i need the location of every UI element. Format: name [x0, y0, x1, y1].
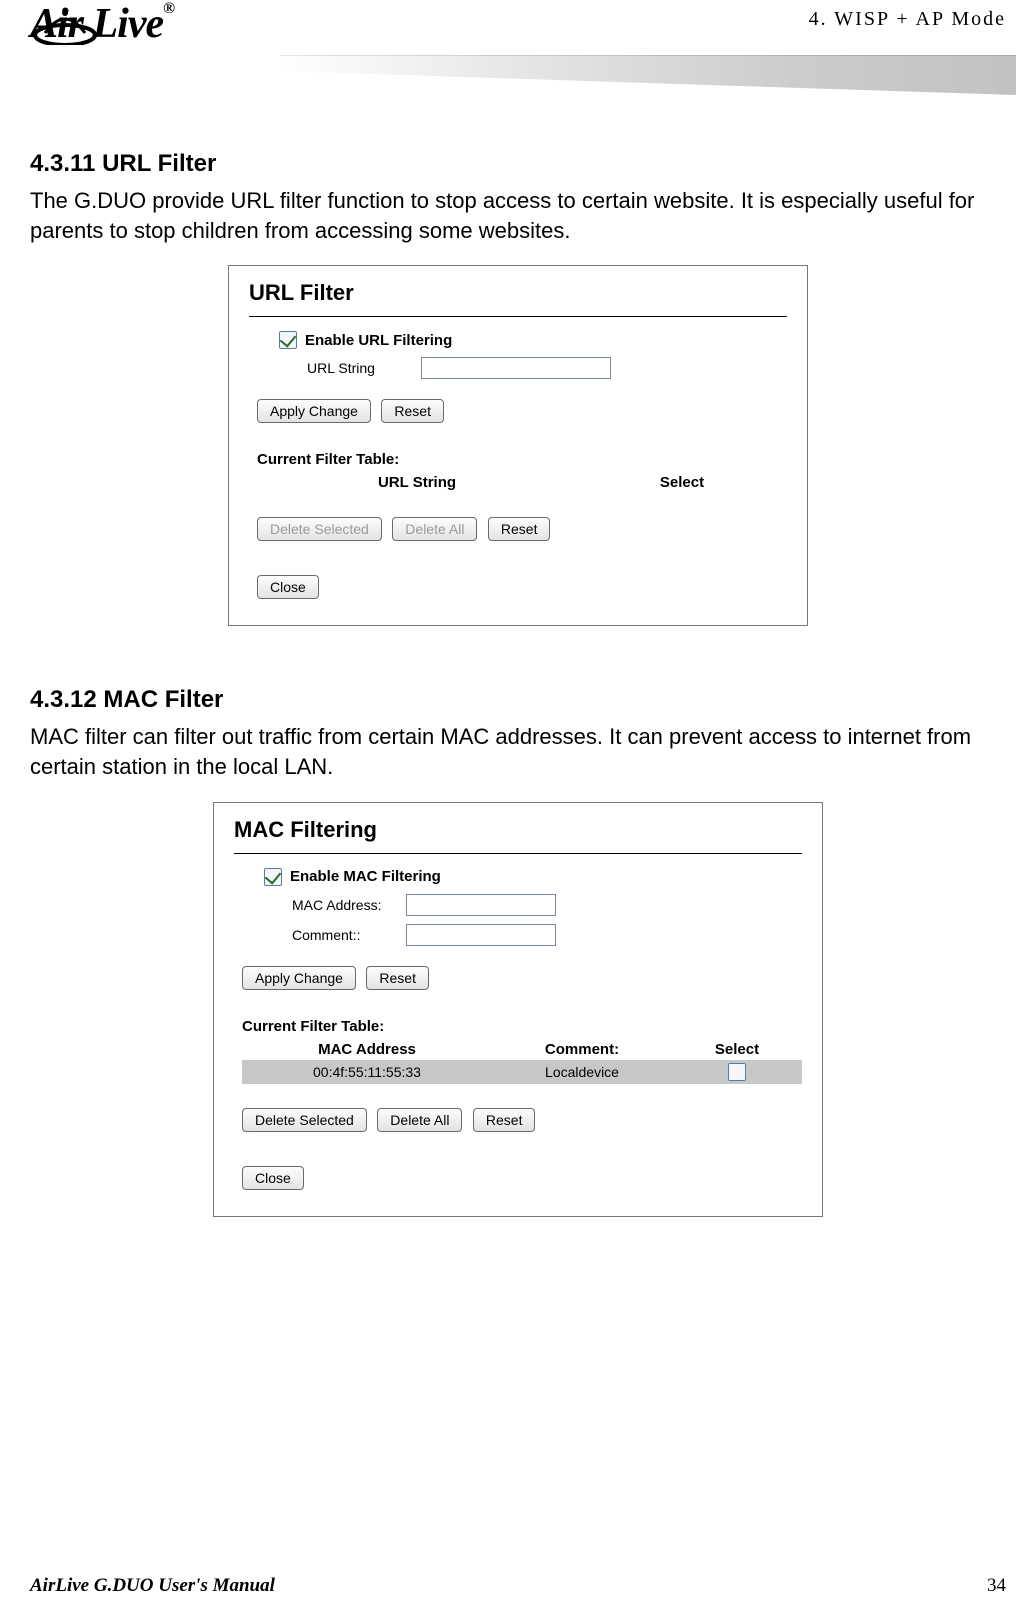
current-filter-table-heading: Current Filter Table: [214, 1004, 822, 1039]
mac-address-label: MAC Address: [292, 897, 402, 913]
logo-text: Air Live [30, 1, 163, 47]
url-filter-table: URL String Select [257, 472, 787, 493]
url-string-label: URL String [307, 360, 417, 376]
delete-all-button[interactable]: Delete All [377, 1108, 462, 1132]
enable-url-filtering-label: Enable URL Filtering [305, 332, 452, 349]
comment-input[interactable] [406, 924, 556, 946]
section-heading-mac-filter: 4.3.12 MAC Filter [30, 686, 1006, 714]
divider [234, 853, 802, 854]
section-heading-url-filter: 4.3.11 URL Filter [30, 150, 1006, 178]
manual-title: AirLive G.DUO User's Manual [30, 1575, 275, 1597]
header-gradient-swoosh-icon [280, 55, 1016, 95]
close-button[interactable]: Close [257, 575, 319, 599]
cell-select [672, 1063, 802, 1081]
delete-selected-button[interactable]: Delete Selected [242, 1108, 367, 1132]
panel-title-url-filter: URL Filter [229, 266, 807, 310]
brand-logo: Air Live® [30, 0, 174, 48]
current-filter-table-heading: Current Filter Table: [229, 437, 807, 472]
delete-all-button[interactable]: Delete All [392, 517, 477, 541]
apply-change-button[interactable]: Apply Change [242, 966, 356, 990]
chapter-breadcrumb: 4. WISP + AP Mode [809, 8, 1006, 31]
col-url-string: URL String [257, 474, 577, 491]
table-row: 00:4f:55:11:55:33 Localdevice [242, 1060, 802, 1084]
reset-button[interactable]: Reset [366, 966, 429, 990]
col-select: Select [577, 474, 787, 491]
page-footer: AirLive G.DUO User's Manual 34 [30, 1575, 1006, 1597]
divider [249, 316, 787, 317]
reset-table-button[interactable]: Reset [473, 1108, 536, 1132]
close-button[interactable]: Close [242, 1166, 304, 1190]
reset-table-button[interactable]: Reset [488, 517, 551, 541]
comment-label: Comment:: [292, 927, 402, 943]
enable-url-filtering-checkbox[interactable] [279, 331, 297, 349]
url-string-input[interactable] [421, 357, 611, 379]
url-filter-panel: URL Filter Enable URL Filtering URL Stri… [228, 265, 808, 626]
apply-change-button[interactable]: Apply Change [257, 399, 371, 423]
mac-filter-table: MAC Address Comment: Select 00:4f:55:11:… [242, 1039, 802, 1084]
page-header: Air Live® 4. WISP + AP Mode [0, 0, 1036, 110]
mac-filter-panel: MAC Filtering Enable MAC Filtering MAC A… [213, 802, 823, 1217]
delete-selected-button[interactable]: Delete Selected [257, 517, 382, 541]
mac-address-input[interactable] [406, 894, 556, 916]
col-select: Select [672, 1041, 802, 1058]
reset-button[interactable]: Reset [381, 399, 444, 423]
enable-mac-filtering-checkbox[interactable] [264, 868, 282, 886]
page-number: 34 [987, 1575, 1006, 1597]
logo-registered: ® [163, 0, 174, 17]
col-comment: Comment: [492, 1041, 672, 1058]
cell-mac: 00:4f:55:11:55:33 [242, 1064, 492, 1080]
enable-mac-filtering-label: Enable MAC Filtering [290, 868, 441, 885]
section-text-url-filter: The G.DUO provide URL filter function to… [30, 186, 1006, 245]
row-select-checkbox[interactable] [728, 1063, 746, 1081]
panel-title-mac-filtering: MAC Filtering [214, 803, 822, 847]
col-mac-address: MAC Address [242, 1041, 492, 1058]
cell-comment: Localdevice [492, 1064, 672, 1080]
section-text-mac-filter: MAC filter can filter out traffic from c… [30, 722, 1006, 781]
